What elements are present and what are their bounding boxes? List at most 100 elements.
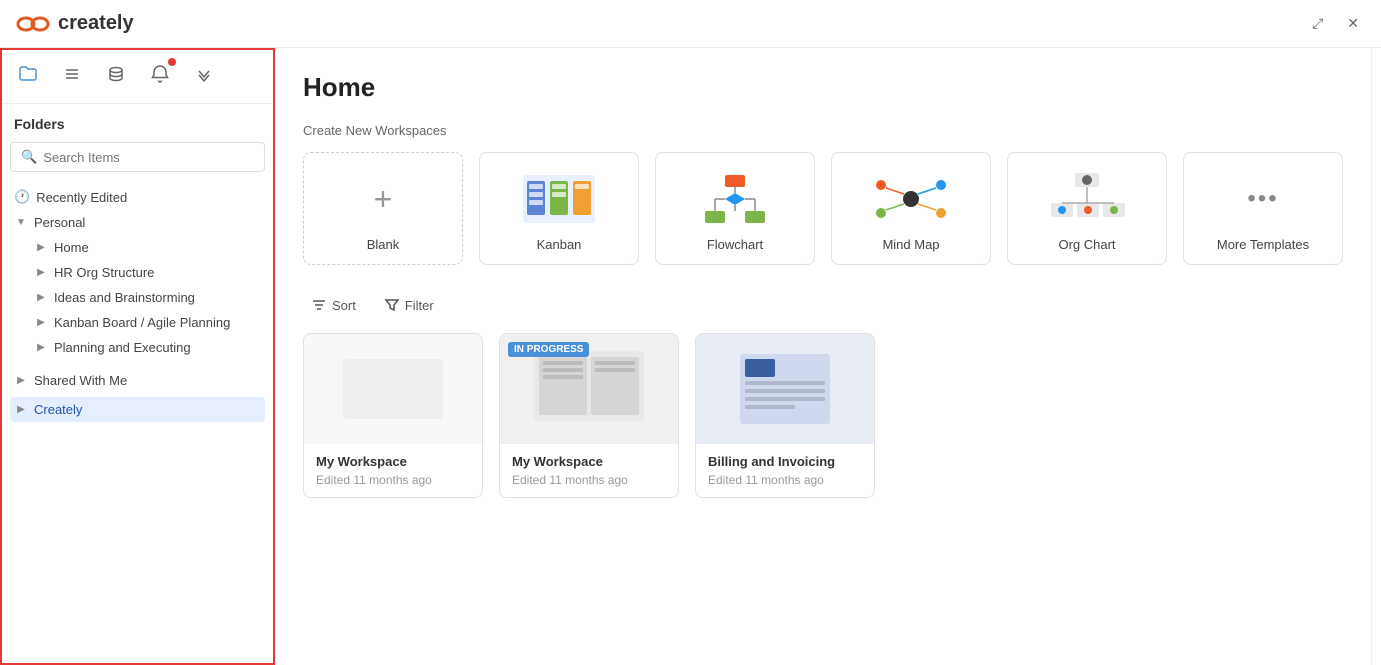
workspace-name-2: My Workspace: [512, 454, 666, 469]
personal-item-label-ideas: Ideas and Brainstorming: [54, 290, 195, 305]
content-area: Home Create New Workspaces + Blank: [275, 48, 1381, 665]
template-more-label: More Templates: [1217, 237, 1309, 252]
personal-item-ideas[interactable]: ▶ Ideas and Brainstorming: [30, 285, 265, 310]
flowchart-icon: [695, 169, 775, 229]
kanban-icon: [519, 169, 599, 229]
center-area: Home Create New Workspaces + Blank: [275, 48, 1371, 665]
personal-item-label-kanban: Kanban Board / Agile Planning: [54, 315, 230, 330]
orgchart-icon: [1047, 169, 1127, 229]
sidebar-tab-more[interactable]: [190, 60, 218, 93]
template-flowchart[interactable]: Flowchart: [655, 152, 815, 265]
workspace-info-2: My Workspace Edited 11 months ago: [500, 444, 678, 497]
shared-arrow: ▶: [14, 375, 28, 386]
sidebar: Folders 🔍 🕐 Recently Edited ▼ Personal ▶…: [0, 48, 275, 665]
creately-label: Creately: [34, 402, 82, 417]
notification-badge-dot: [168, 58, 176, 66]
workspace-badge-2: IN PROGRESS: [508, 342, 589, 357]
personal-item-label-home: Home: [54, 240, 89, 255]
logo: creately: [16, 12, 134, 35]
template-kanban-label: Kanban: [537, 237, 582, 252]
workspace-thumb-2: IN PROGRESS: [500, 334, 678, 444]
more-templates-icon: •••: [1223, 169, 1303, 229]
right-panel: Recent Updates You don't have any notifi…: [1371, 48, 1381, 665]
workspace-date-3: Edited 11 months ago: [708, 473, 862, 487]
creately-arrow: ▶: [14, 404, 28, 415]
create-section-label: Create New Workspaces: [303, 123, 1343, 138]
logo-text: creately: [58, 12, 134, 35]
template-orgchart-label: Org Chart: [1058, 237, 1115, 252]
sidebar-tab-folder[interactable]: [14, 60, 42, 93]
workspace-name-3: Billing and Invoicing: [708, 454, 862, 469]
workspace-card-1[interactable]: My Workspace Edited 11 months ago: [303, 333, 483, 498]
personal-item-label-hr: HR Org Structure: [54, 265, 154, 280]
arrow-planning: ▶: [34, 342, 48, 353]
workspace-thumb-3: [696, 334, 874, 444]
workspace-thumb-svg-3: [725, 349, 845, 429]
workspace-info-1: My Workspace Edited 11 months ago: [304, 444, 482, 497]
personal-item-home[interactable]: ▶ Home: [30, 235, 265, 260]
top-bar: creately ⤢ ✕: [0, 0, 1381, 48]
workspace-name-1: My Workspace: [316, 454, 470, 469]
sidebar-tab-list[interactable]: [58, 60, 86, 93]
search-box[interactable]: 🔍: [10, 142, 265, 172]
workspace-date-1: Edited 11 months ago: [316, 473, 470, 487]
sort-button[interactable]: Sort: [303, 293, 364, 317]
arrow-ideas: ▶: [34, 292, 48, 303]
template-blank[interactable]: + Blank: [303, 152, 463, 265]
template-blank-label: Blank: [367, 237, 400, 252]
workspace-card-3[interactable]: Billing and Invoicing Edited 11 months a…: [695, 333, 875, 498]
workspace-thumb-svg-2: [529, 349, 649, 429]
shared-with-me-label: Shared With Me: [34, 373, 127, 388]
workspace-grid: My Workspace Edited 11 months ago IN PRO…: [303, 333, 1343, 498]
workspace-date-2: Edited 11 months ago: [512, 473, 666, 487]
creately-item[interactable]: ▶ Creately: [10, 397, 265, 422]
arrow-kanban: ▶: [34, 317, 48, 328]
personal-arrow: ▼: [14, 217, 28, 228]
sort-filter-row: Sort Filter: [303, 293, 1343, 317]
workspace-info-3: Billing and Invoicing Edited 11 months a…: [696, 444, 874, 497]
shared-with-me-item[interactable]: ▶ Shared With Me: [10, 368, 265, 393]
personal-folder-item[interactable]: ▼ Personal: [10, 210, 265, 235]
sidebar-content: Folders 🔍 🕐 Recently Edited ▼ Personal ▶…: [2, 104, 273, 663]
personal-item-label-planning: Planning and Executing: [54, 340, 191, 355]
filter-label: Filter: [405, 298, 434, 313]
filter-icon: [384, 297, 400, 313]
logo-icon: [16, 13, 50, 35]
template-kanban[interactable]: Kanban: [479, 152, 639, 265]
restore-button[interactable]: ⤢: [1306, 13, 1329, 34]
mindmap-icon: [871, 169, 951, 229]
recently-edited-item[interactable]: 🕐 Recently Edited: [10, 184, 265, 210]
template-mindmap[interactable]: Mind Map: [831, 152, 991, 265]
search-input[interactable]: [43, 150, 254, 165]
workspace-thumb-1: [304, 334, 482, 444]
personal-item-kanban[interactable]: ▶ Kanban Board / Agile Planning: [30, 310, 265, 335]
page-title: Home: [303, 72, 1343, 103]
blank-icon: +: [343, 169, 423, 229]
arrow-hr: ▶: [34, 267, 48, 278]
close-button[interactable]: ✕: [1341, 13, 1365, 34]
sidebar-tab-database[interactable]: [102, 60, 130, 93]
personal-children: ▶ Home ▶ HR Org Structure ▶ Ideas and Br…: [10, 235, 265, 360]
template-flowchart-label: Flowchart: [707, 237, 763, 252]
template-orgchart[interactable]: Org Chart: [1007, 152, 1167, 265]
sort-icon: [311, 297, 327, 313]
workspace-thumb-svg-1: [333, 349, 453, 429]
personal-item-planning[interactable]: ▶ Planning and Executing: [30, 335, 265, 360]
main-layout: Folders 🔍 🕐 Recently Edited ▼ Personal ▶…: [0, 48, 1381, 665]
search-icon: 🔍: [21, 149, 37, 165]
clock-icon: 🕐: [14, 189, 30, 205]
templates-grid: + Blank: [303, 152, 1343, 265]
sort-label: Sort: [332, 298, 356, 313]
recently-edited-label: Recently Edited: [36, 190, 127, 205]
personal-item-hr[interactable]: ▶ HR Org Structure: [30, 260, 265, 285]
sidebar-title: Folders: [10, 116, 265, 132]
workspace-card-2[interactable]: IN PROGRESS My Works: [499, 333, 679, 498]
window-controls: ⤢ ✕: [1306, 13, 1365, 34]
sidebar-tabs: [2, 50, 273, 104]
personal-label: Personal: [34, 215, 85, 230]
filter-button[interactable]: Filter: [376, 293, 442, 317]
sidebar-tab-notification[interactable]: [146, 60, 174, 93]
template-more[interactable]: ••• More Templates: [1183, 152, 1343, 265]
arrow-home: ▶: [34, 242, 48, 253]
template-mindmap-label: Mind Map: [882, 237, 939, 252]
